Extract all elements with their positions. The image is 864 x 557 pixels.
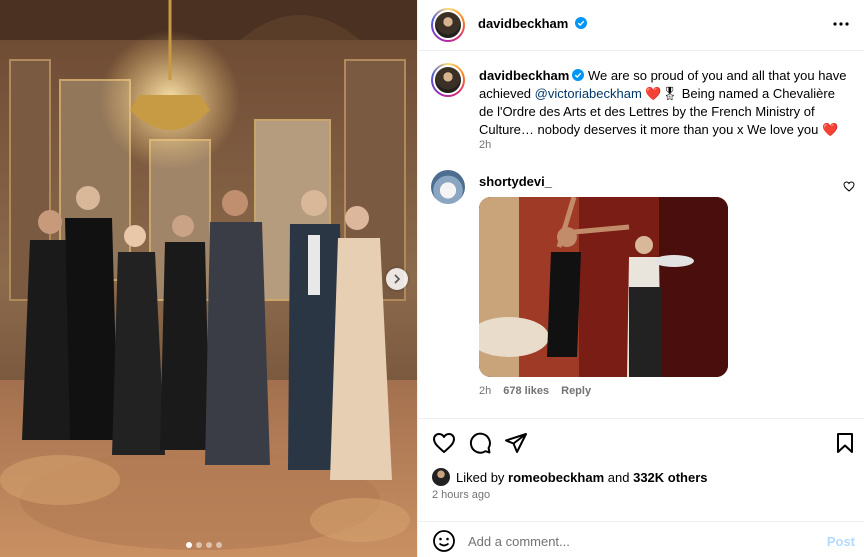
- post-photo[interactable]: [0, 0, 417, 557]
- add-comment-bar: Post: [418, 521, 864, 557]
- likes-others-link[interactable]: 332K others: [633, 470, 707, 485]
- heart-emoji: ❤️: [645, 86, 662, 101]
- commenter-username[interactable]: shortydevi_: [479, 174, 552, 189]
- liker-username[interactable]: romeobeckham: [508, 470, 604, 485]
- verified-badge-icon: [574, 17, 587, 29]
- carousel-indicator: [186, 542, 222, 548]
- liked-by-and: and: [607, 469, 630, 485]
- gif-image: [479, 197, 728, 377]
- mention-link[interactable]: @victoriabeckham: [535, 86, 642, 101]
- carousel-dot: [216, 542, 222, 548]
- post-caption: davidbeckham We are so proud of you and …: [479, 67, 847, 139]
- comment-likes[interactable]: 678 likes: [503, 385, 549, 397]
- comment-time[interactable]: 2h: [479, 385, 491, 397]
- heart-emoji: ❤️: [822, 122, 839, 137]
- carousel-dot: [206, 542, 212, 548]
- post-actions: Liked by romeobeckham and 332K others 2 …: [418, 418, 864, 557]
- share-icon[interactable]: [504, 431, 528, 455]
- post-comment-button[interactable]: Post: [827, 534, 855, 549]
- post-header: davidbeckham: [418, 0, 864, 51]
- medal-emoji: 🎖: [661, 86, 679, 101]
- liked-by-line: Liked by romeobeckham and 332K others: [432, 468, 708, 486]
- next-photo-button[interactable]: [386, 268, 408, 290]
- carousel-dot: [186, 542, 192, 548]
- liker-avatar[interactable]: [432, 468, 450, 486]
- heart-icon[interactable]: [432, 431, 456, 455]
- comment-gif[interactable]: [479, 197, 728, 377]
- comment-icon[interactable]: [468, 431, 492, 455]
- post-details-panel: davidbeckham davidbeckham We are so prou…: [417, 0, 864, 557]
- caption-author-avatar[interactable]: [431, 63, 465, 97]
- caption-time[interactable]: 2h: [479, 139, 491, 151]
- post-timestamp[interactable]: 2 hours ago: [432, 489, 490, 501]
- liked-by-label: Liked by: [456, 469, 505, 485]
- more-options-button[interactable]: [831, 14, 851, 34]
- like-comment-button[interactable]: [843, 180, 855, 195]
- author-name[interactable]: davidbeckham: [478, 16, 587, 31]
- comment-input[interactable]: [468, 531, 798, 551]
- heart-outline-icon: [843, 181, 855, 192]
- author-avatar[interactable]: [431, 8, 465, 42]
- family-photo-image: [0, 0, 417, 557]
- save-bookmark-icon[interactable]: [833, 431, 857, 455]
- more-dots-icon: [833, 22, 849, 26]
- verified-badge-icon: [572, 69, 585, 81]
- caption-username[interactable]: davidbeckham: [479, 68, 569, 83]
- emoji-icon[interactable]: [432, 529, 456, 553]
- carousel-dot: [196, 542, 202, 548]
- commenter-avatar[interactable]: [431, 170, 465, 204]
- author-username[interactable]: davidbeckham: [478, 16, 568, 31]
- comment-meta: 2h 678 likes Reply: [479, 385, 591, 397]
- chevron-right-icon: [394, 274, 401, 284]
- reply-button[interactable]: Reply: [561, 385, 591, 397]
